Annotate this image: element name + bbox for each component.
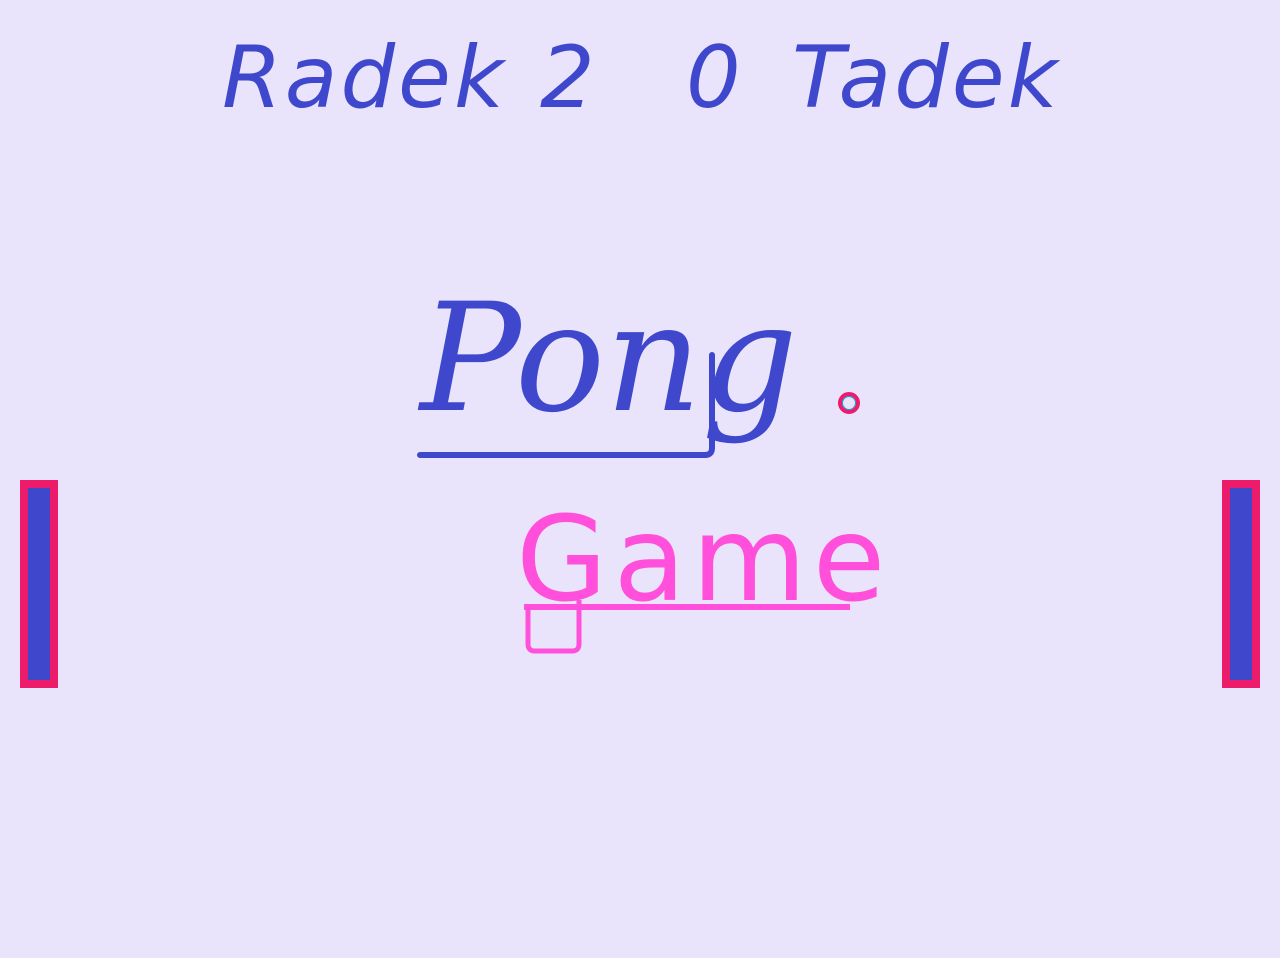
game-canvas: Radek 2 0 Tadek Pong Game — [0, 0, 1280, 958]
title-pong: Pong — [417, 272, 798, 446]
right-paddle[interactable] — [1222, 480, 1260, 688]
left-paddle[interactable] — [20, 480, 58, 688]
ball — [838, 392, 860, 414]
title-art: Pong Game — [417, 272, 885, 654]
